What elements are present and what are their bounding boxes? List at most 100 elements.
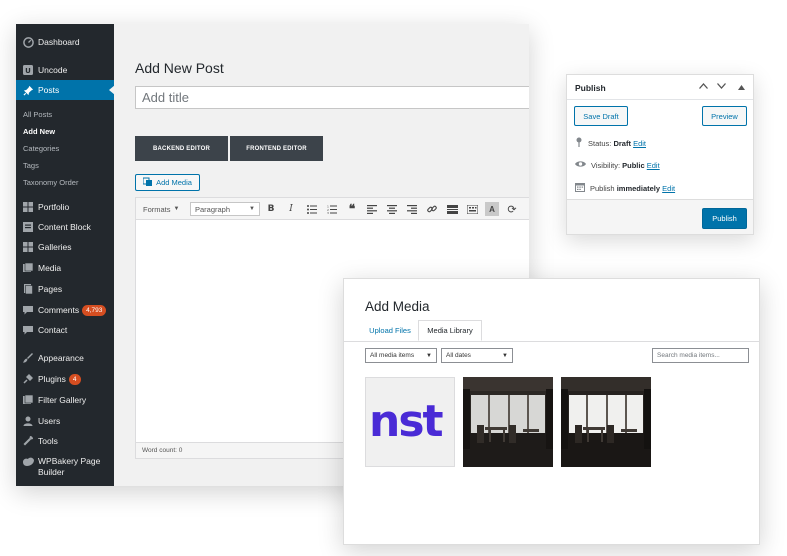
add-media-modal: Add Media Upload Files Media Library All… bbox=[343, 278, 760, 545]
caret-down-icon: ▼ bbox=[173, 206, 180, 212]
add-media-label: Add Media bbox=[156, 178, 192, 187]
formats-label: Formats bbox=[143, 204, 171, 214]
save-draft-button[interactable]: Save Draft bbox=[574, 106, 628, 126]
frontend-editor-button[interactable]: FRONTEND EDITOR bbox=[230, 136, 323, 161]
sidebar-item-label: Media bbox=[38, 263, 62, 273]
media-thumbnail-logo[interactable]: nst bbox=[365, 377, 455, 467]
refresh-icon[interactable]: ⟳ bbox=[505, 202, 519, 216]
link-icon[interactable] bbox=[425, 202, 439, 216]
publish-panel-title: Publish bbox=[575, 83, 606, 93]
blockquote-icon[interactable]: ❝ bbox=[345, 202, 359, 216]
chevron-up-icon[interactable] bbox=[699, 81, 708, 91]
sidebar-item-label: Uncode bbox=[38, 65, 68, 75]
sidebar-item-label: Galleries bbox=[38, 242, 72, 252]
sidebar-item-posts[interactable]: Posts bbox=[16, 80, 115, 100]
submenu-all-posts[interactable]: All Posts bbox=[23, 110, 52, 119]
visibility-value: Public bbox=[622, 160, 645, 170]
sidebar-item-label: Tools bbox=[38, 436, 58, 446]
users-icon bbox=[19, 416, 37, 426]
portfolio-icon bbox=[19, 202, 37, 212]
sidebar-item-comments[interactable]: Comments 4,793 bbox=[16, 300, 114, 320]
edit-publish-time-link[interactable]: Edit bbox=[662, 184, 675, 193]
uncode-icon: U bbox=[19, 65, 37, 75]
align-left-icon[interactable] bbox=[365, 202, 379, 216]
filter-gallery-icon bbox=[19, 395, 37, 405]
media-thumbnail-room-2[interactable] bbox=[561, 377, 651, 467]
submenu-tags[interactable]: Tags bbox=[23, 161, 39, 170]
sidebar-item-media[interactable]: Media bbox=[16, 258, 114, 278]
svg-text:U: U bbox=[25, 67, 31, 75]
nst-logo-image: nst bbox=[369, 396, 446, 447]
calendar-icon bbox=[575, 182, 585, 194]
toolbar-toggle-icon[interactable] bbox=[465, 202, 479, 216]
publish-button[interactable]: Publish bbox=[702, 208, 747, 229]
sidebar-item-filter-gallery[interactable]: Filter Gallery bbox=[16, 390, 114, 410]
edit-status-link[interactable]: Edit bbox=[633, 139, 646, 148]
sidebar-item-label: Pages bbox=[38, 284, 63, 294]
publish-panel: Publish Save Draft Preview Status: Draft… bbox=[566, 74, 754, 235]
media-modal-title: Add Media bbox=[365, 299, 430, 314]
sidebar-item-label: Content Block bbox=[38, 222, 91, 232]
caret-down-icon: ▼ bbox=[426, 352, 432, 359]
numbered-list-icon[interactable]: 123 bbox=[325, 202, 339, 216]
sidebar-item-uncode[interactable]: U Uncode bbox=[16, 60, 114, 80]
media-thumbnail-room-1[interactable] bbox=[463, 377, 553, 467]
text-color-icon[interactable]: A bbox=[485, 202, 499, 216]
submenu-taxonomy-order[interactable]: Taxonomy Order bbox=[23, 178, 78, 187]
media-type-filter[interactable]: All media items ▼ bbox=[365, 348, 437, 363]
galleries-icon bbox=[19, 242, 37, 252]
bold-icon[interactable]: B bbox=[264, 202, 278, 216]
tab-divider bbox=[344, 341, 759, 342]
dark-room-image bbox=[463, 377, 553, 467]
wrench-icon bbox=[19, 436, 37, 446]
sidebar-item-portfolio[interactable]: Portfolio bbox=[16, 197, 114, 217]
backend-editor-button[interactable]: BACKEND EDITOR bbox=[135, 136, 228, 161]
media-date-filter[interactable]: All dates ▼ bbox=[441, 348, 513, 363]
align-center-icon[interactable] bbox=[385, 202, 399, 216]
tab-upload-files[interactable]: Upload Files bbox=[365, 320, 415, 341]
sidebar-item-plugins[interactable]: Plugins 4 bbox=[16, 369, 114, 389]
bullet-list-icon[interactable] bbox=[305, 202, 319, 216]
read-more-icon[interactable] bbox=[445, 202, 459, 216]
chevron-down-icon[interactable] bbox=[717, 81, 726, 91]
add-media-icon bbox=[142, 177, 153, 188]
sidebar-item-label: Posts bbox=[38, 85, 60, 95]
submenu-add-new[interactable]: Add New bbox=[23, 127, 55, 136]
brush-icon bbox=[19, 353, 37, 363]
align-right-icon[interactable] bbox=[405, 202, 419, 216]
sidebar-item-label: Appearance bbox=[38, 353, 84, 363]
sidebar-item-wpbakery[interactable]: WPBakery Page Builder bbox=[16, 456, 114, 480]
collapse-triangle-icon[interactable] bbox=[738, 82, 745, 92]
publish-panel-header: Publish bbox=[567, 75, 753, 100]
sidebar-item-galleries[interactable]: Galleries bbox=[16, 237, 114, 257]
sidebar-item-label: Portfolio bbox=[38, 202, 70, 212]
media-search-input[interactable]: Search media items... bbox=[652, 348, 749, 363]
sidebar-item-pages[interactable]: Pages bbox=[16, 279, 114, 299]
caret-down-icon: ▼ bbox=[249, 206, 255, 212]
admin-sidebar: Dashboard U Uncode Posts All Posts Add N… bbox=[16, 24, 115, 486]
sidebar-item-dashboard[interactable]: Dashboard bbox=[16, 32, 114, 52]
sidebar-item-content-block[interactable]: Content Block bbox=[16, 217, 114, 237]
post-title-input[interactable]: Add title bbox=[135, 86, 529, 109]
sidebar-item-tools[interactable]: Tools bbox=[16, 431, 114, 451]
preview-button[interactable]: Preview bbox=[702, 106, 747, 126]
caret-down-icon: ▼ bbox=[502, 352, 508, 359]
wpbakery-icon bbox=[19, 457, 37, 467]
submenu-categories[interactable]: Categories bbox=[23, 144, 59, 153]
paragraph-dropdown[interactable]: Paragraph ▼ bbox=[190, 202, 260, 216]
media-icon bbox=[19, 263, 37, 273]
mail-icon bbox=[19, 325, 37, 335]
pin-icon bbox=[19, 85, 37, 96]
sidebar-item-users[interactable]: Users bbox=[16, 411, 114, 431]
sidebar-item-appearance[interactable]: Appearance bbox=[16, 348, 114, 368]
add-media-button[interactable]: Add Media bbox=[135, 174, 200, 191]
italic-icon[interactable]: I bbox=[284, 202, 298, 216]
tab-media-library[interactable]: Media Library bbox=[418, 320, 482, 341]
edit-visibility-link[interactable]: Edit bbox=[647, 161, 660, 170]
publish-time-row: Publish immediately Edit bbox=[575, 182, 675, 194]
sidebar-item-contact[interactable]: Contact bbox=[16, 320, 114, 340]
visibility-label: Visibility: bbox=[591, 160, 621, 170]
media-type-filter-value: All media items bbox=[370, 352, 415, 359]
formats-dropdown[interactable]: Formats ▼ bbox=[143, 202, 185, 216]
content-block-icon bbox=[19, 222, 37, 232]
